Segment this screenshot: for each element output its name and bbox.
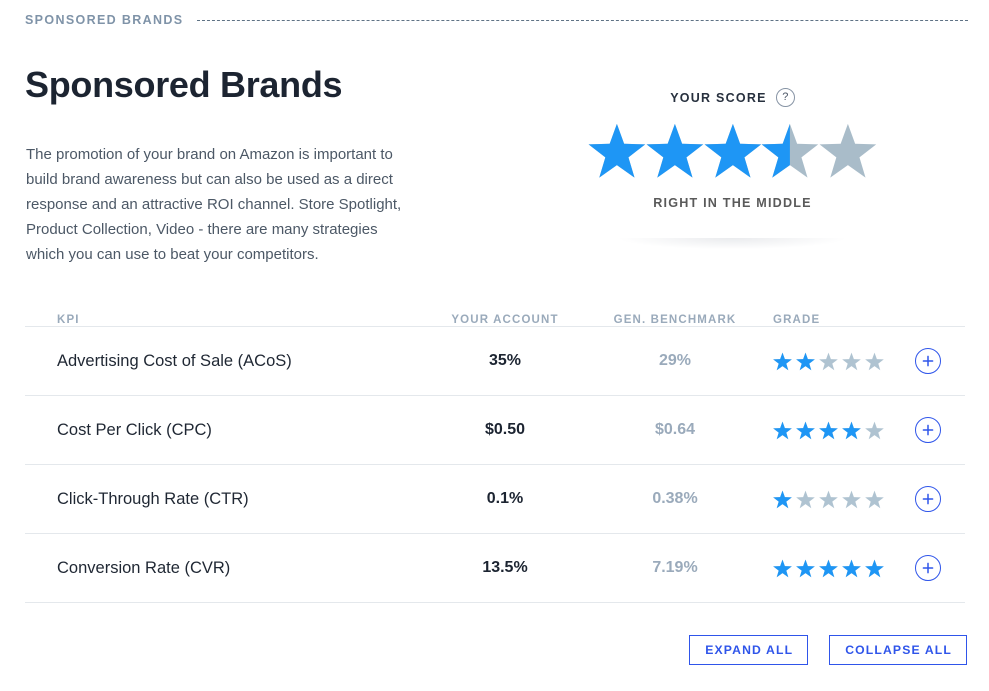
star-filled-icon — [865, 559, 884, 577]
star-filled-icon — [819, 559, 838, 577]
column-header-kpi: KPI — [57, 314, 80, 326]
kpi-row-action-cell — [890, 417, 965, 443]
kpi-grade-stars — [765, 352, 890, 371]
star-filled-icon — [842, 559, 861, 577]
star-empty-icon — [819, 352, 838, 370]
expand-row-button[interactable] — [914, 486, 941, 512]
kpi-name: Advertising Cost of Sale (ACoS) — [57, 351, 292, 370]
star-filled-icon — [646, 123, 704, 178]
page-title: Sponsored Brands — [25, 64, 343, 105]
kpi-benchmark-value: 0.38% — [652, 490, 698, 507]
kpi-row-action-cell — [890, 348, 965, 374]
kpi-table: KPI YOUR ACCOUNT GEN. BENCHMARK GRADE Ad… — [25, 297, 965, 603]
kpi-benchmark-value: 7.19% — [652, 559, 698, 576]
plus-icon — [922, 355, 933, 367]
expand-row-button[interactable] — [914, 348, 941, 374]
star-filled-icon — [588, 123, 646, 178]
kpi-table-header: KPI YOUR ACCOUNT GEN. BENCHMARK GRADE — [25, 297, 965, 327]
expand-row-button[interactable] — [914, 417, 941, 443]
score-star-rating — [588, 120, 877, 182]
score-label: YOUR SCORE — [670, 90, 767, 105]
kpi-your-account-value: 13.5% — [482, 559, 528, 576]
eyebrow-label: SPONSORED BRANDS — [25, 13, 184, 27]
star-filled-icon — [796, 352, 815, 370]
kpi-benchmark-value: $0.64 — [654, 421, 696, 438]
kpi-row-action-cell — [890, 486, 965, 512]
score-caption: RIGHT IN THE MIDDLE — [653, 196, 812, 210]
star-empty-icon — [819, 490, 838, 508]
star-filled-icon — [773, 490, 792, 508]
table-row[interactable]: Cost Per Click (CPC) $0.50 $0.64 — [25, 396, 965, 465]
kpi-name: Cost Per Click (CPC) — [57, 420, 212, 439]
collapse-all-button[interactable]: COLLAPSE ALL — [829, 635, 967, 665]
expand-all-button[interactable]: EXPAND ALL — [689, 635, 809, 665]
kpi-grade-stars — [765, 421, 890, 440]
page-description: The promotion of your brand on Amazon is… — [26, 146, 402, 263]
star-filled-icon — [842, 421, 861, 439]
kpi-grade-stars — [765, 490, 890, 509]
score-header: YOUR SCORE ? — [588, 88, 877, 107]
column-header-grade: GRADE — [773, 314, 821, 326]
table-bulk-actions: EXPAND ALL COLLAPSE ALL — [689, 635, 967, 665]
table-row[interactable]: Click-Through Rate (CTR) 0.1% 0.38% — [25, 465, 965, 534]
question-mark-icon[interactable]: ? — [775, 88, 795, 107]
kpi-row-action-cell — [890, 555, 965, 581]
star-filled-icon — [773, 352, 792, 370]
plus-icon — [922, 562, 933, 574]
star-empty-icon — [842, 352, 861, 370]
star-empty-icon — [865, 421, 884, 439]
star-empty-icon — [819, 123, 877, 178]
star-filled-icon — [819, 421, 838, 439]
star-filled-icon — [773, 559, 792, 577]
column-header-your-account: YOUR ACCOUNT — [451, 314, 559, 326]
star-filled-icon — [704, 123, 761, 178]
kpi-grade-stars — [765, 559, 890, 578]
eyebrow-dashed-rule — [197, 20, 968, 21]
section-eyebrow: SPONSORED BRANDS — [25, 13, 968, 27]
star-empty-icon — [865, 352, 884, 370]
star-empty-icon — [865, 490, 884, 508]
star-empty-icon — [842, 490, 861, 508]
column-header-benchmark: GEN. BENCHMARK — [613, 314, 737, 326]
table-row[interactable]: Advertising Cost of Sale (ACoS) 35% 29% — [25, 327, 965, 396]
kpi-benchmark-value: 29% — [658, 352, 692, 369]
score-card-shadow — [588, 238, 877, 264]
star-filled-icon — [796, 421, 815, 439]
plus-icon — [922, 493, 933, 505]
your-score-card: YOUR SCORE ? RIGHT IN THE MIDDLE — [588, 88, 877, 264]
kpi-your-account-value: 35% — [488, 352, 522, 369]
kpi-name: Click-Through Rate (CTR) — [57, 489, 249, 508]
star-empty-icon — [796, 490, 815, 508]
kpi-your-account-value: $0.50 — [484, 421, 526, 438]
plus-icon — [922, 424, 933, 436]
star-filled-icon — [796, 559, 815, 577]
table-row[interactable]: Conversion Rate (CVR) 13.5% 7.19% — [25, 534, 965, 603]
star-half-icon — [761, 123, 819, 178]
sponsored-brands-panel: SPONSORED BRANDS Sponsored Brands The pr… — [0, 0, 989, 691]
expand-row-button[interactable] — [914, 555, 941, 581]
kpi-your-account-value: 0.1% — [486, 490, 524, 507]
kpi-name: Conversion Rate (CVR) — [57, 558, 231, 577]
star-filled-icon — [773, 421, 792, 439]
